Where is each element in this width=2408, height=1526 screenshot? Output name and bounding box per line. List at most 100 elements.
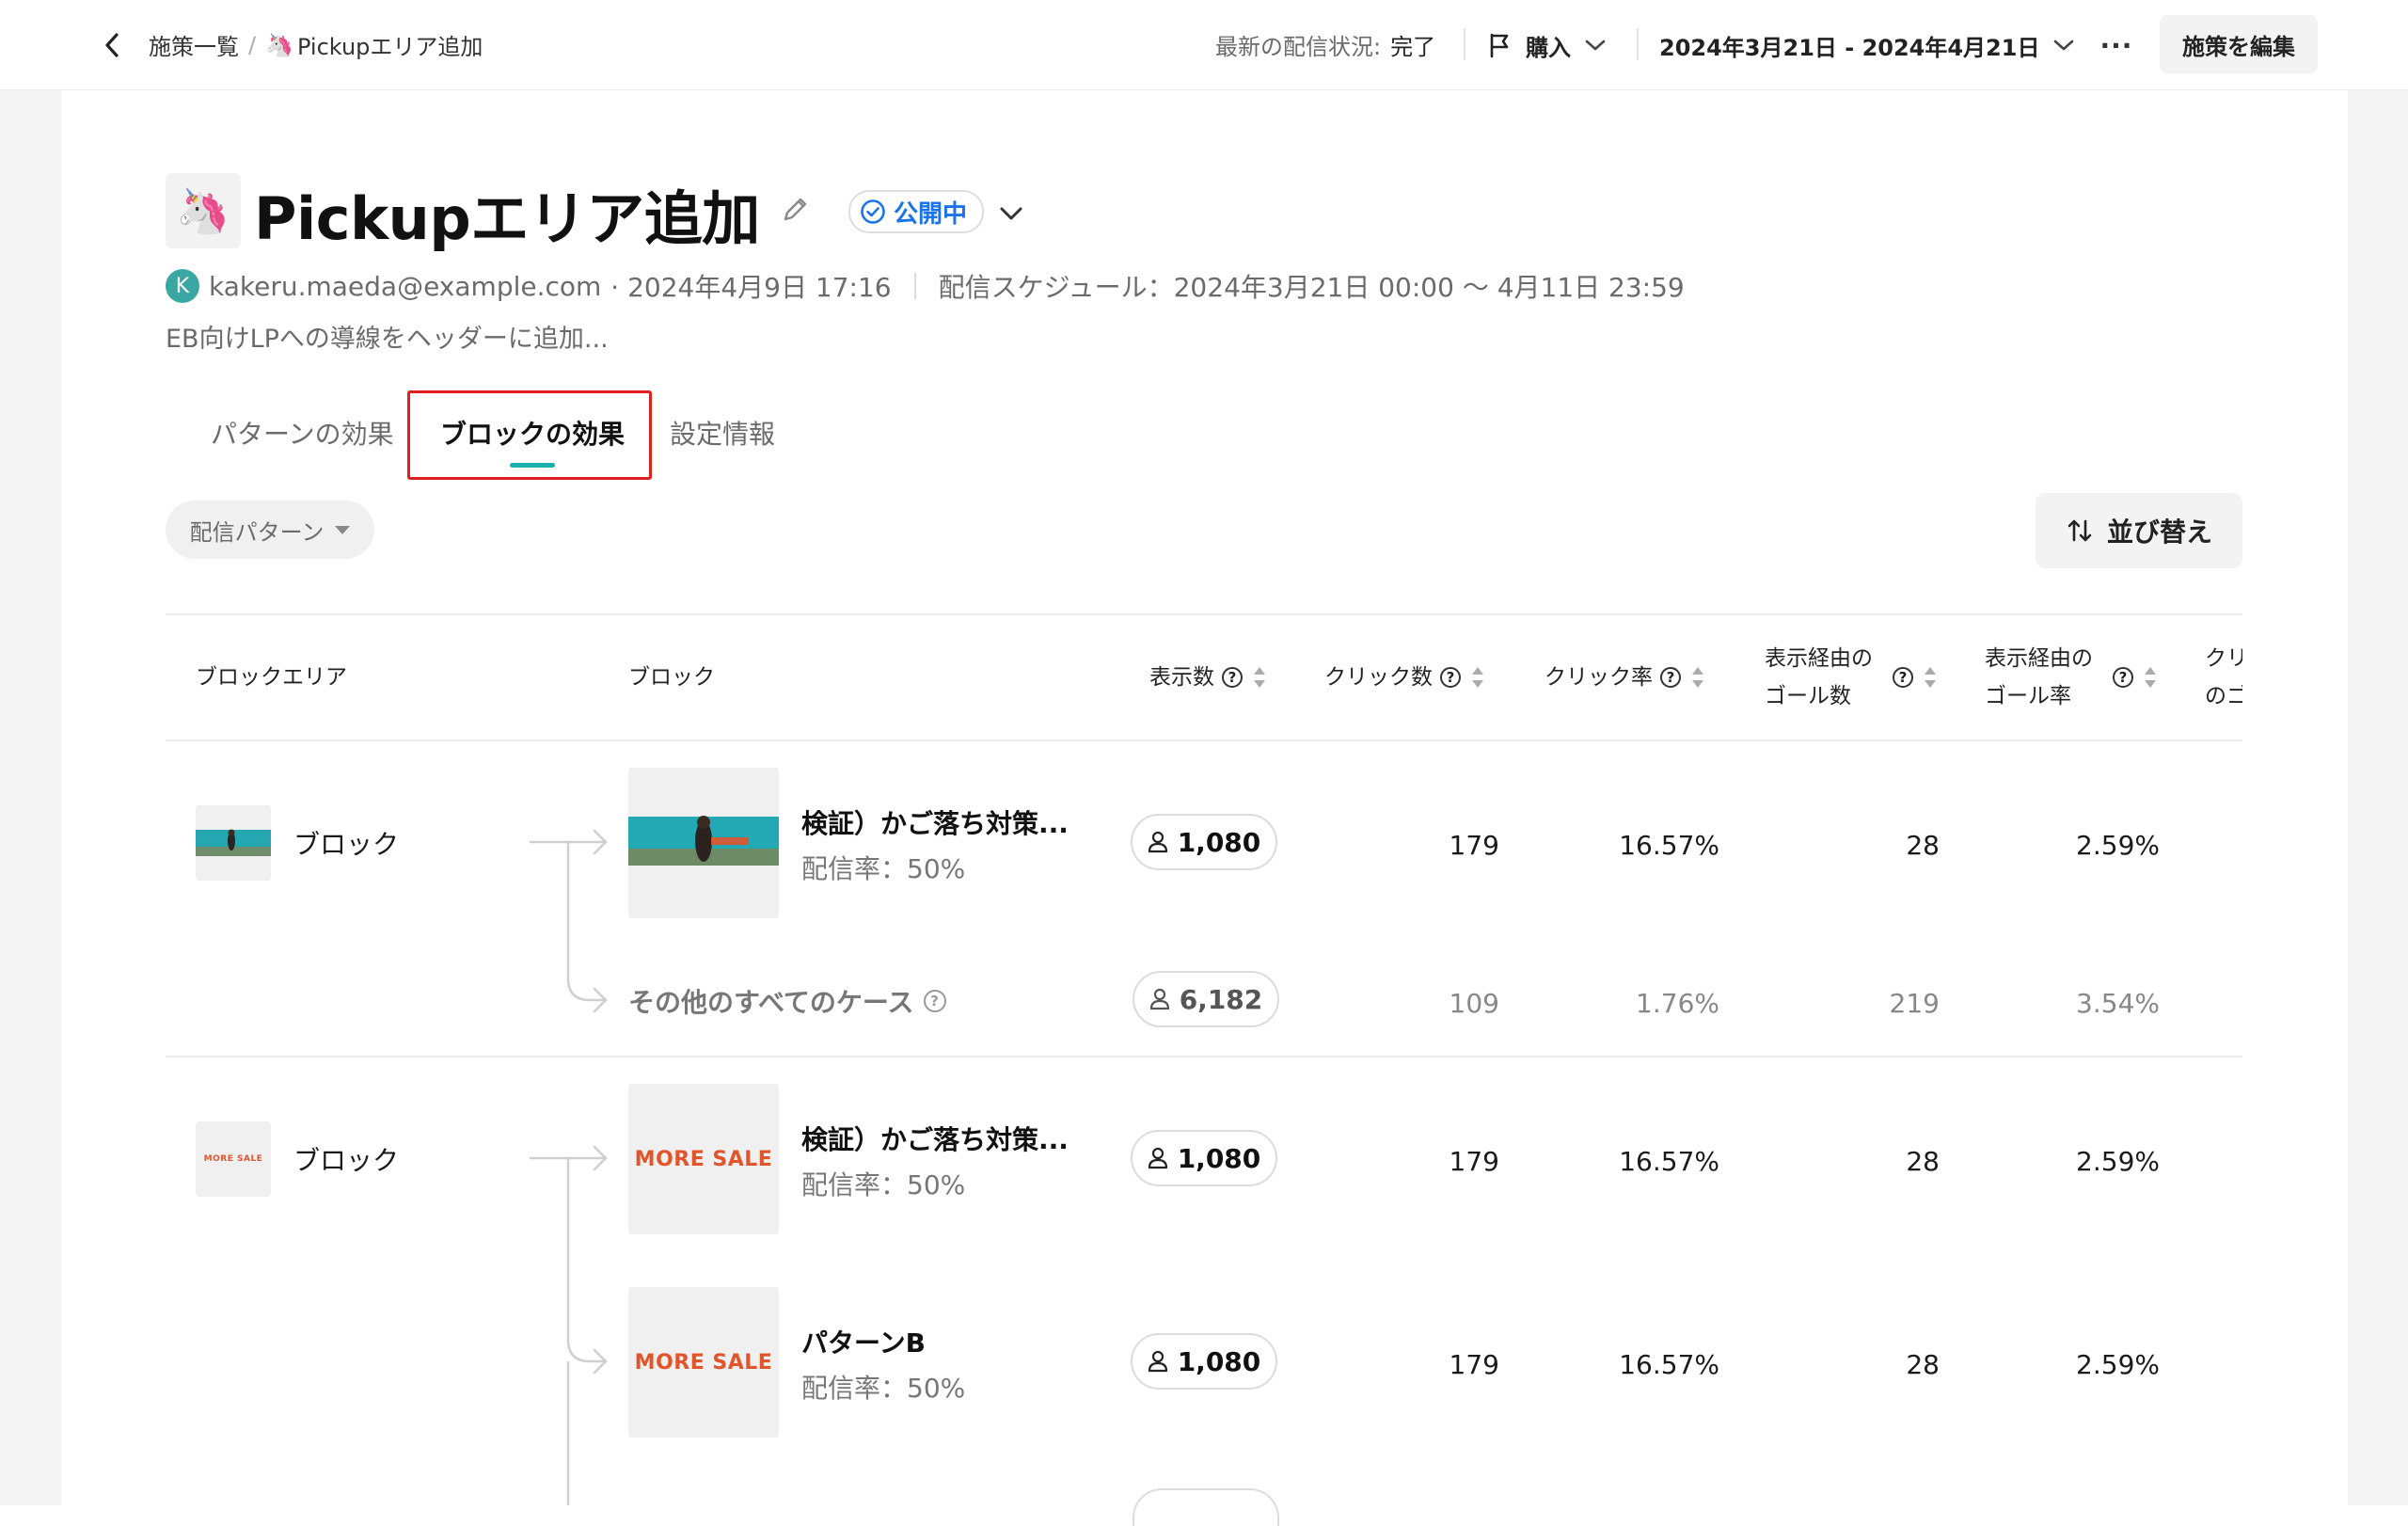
created-at: · 2024年4月9日 17:16 [610,272,892,303]
sort-button[interactable]: 並び替え [2036,493,2242,568]
tab-settings[interactable]: 設定情報 [670,414,775,452]
status-badge-label: 公開中 [894,199,968,229]
block-title: 検証）かご落ち対策... [801,1124,1069,1155]
sort-icon[interactable] [1470,663,1485,691]
chevron-down-icon [1585,40,1606,51]
help-icon[interactable]: ? [1893,667,1913,688]
user-count: 6,182 [1179,983,1263,1015]
help-icon[interactable]: ? [923,990,946,1012]
goal-count-value: 28 [1906,1349,1940,1380]
column-header-goal-count-line1: 表示経由の [1765,646,1873,671]
pattern-filter-label: 配信パターン [189,518,325,546]
divider [1464,28,1465,60]
pencil-icon[interactable] [779,192,813,226]
user-count-pill-partial[interactable] [1133,1488,1279,1526]
block-thumbnail [628,768,779,918]
more-options-button[interactable]: ··· [2094,23,2139,68]
page-backdrop-right [2348,0,2408,1505]
beach-banner-image [196,805,271,881]
column-header-impressions-label: 表示数 [1149,665,1214,690]
user-icon [1148,1147,1167,1169]
back-button[interactable] [90,23,135,68]
column-header-click-goal-truncated: クリ のゴ [2205,640,2242,715]
column-header-goal-rate[interactable]: 表示経由の ゴール率 [1985,640,2093,715]
date-range-select[interactable]: 2024年3月21日 - 2024年4月21日 [1659,23,2075,68]
flag-icon [1490,33,1509,58]
author-email: kakeru.maeda@example.com [209,270,602,302]
breadcrumb-separator: / [248,31,257,58]
sort-icon[interactable] [1923,663,1938,691]
block-area-thumbnail: MORE SALE [196,1121,271,1197]
goal-select[interactable]: 購入 [1488,23,1607,68]
beach-banner-image [628,768,779,918]
table-top-border [166,613,2242,615]
block-area-thumbnail [196,805,271,881]
column-header-goal-rate-line2: ゴール率 [1985,684,2071,708]
sort-icon[interactable] [1252,663,1267,691]
column-header-click-goal-line1: クリ [2205,646,2242,671]
column-header-click-goal-line2: のゴ [2205,684,2242,708]
user-count-pill[interactable]: 1,080 [1131,1130,1277,1186]
avatar: K [166,269,199,303]
pattern-filter[interactable]: 配信パターン [166,501,374,559]
table-header-border [166,739,2242,741]
divider [913,273,916,299]
caret-down-icon [335,525,351,534]
goal-rate-value: 2.59% [2076,1146,2160,1177]
page-title: Pickupエリア追加 [254,184,760,253]
help-icon[interactable]: ? [1440,667,1461,688]
campaign-description: EB向けLPへの導線をヘッダーに追加... [166,325,609,354]
column-header-ctr[interactable]: クリック率 ? [1545,659,1705,696]
block-thumbnail: MORE SALE [628,1287,779,1438]
edit-campaign-button[interactable]: 施策を編集 [2160,15,2318,73]
block-thumbnail: MORE SALE [628,1084,779,1234]
sort-button-label: 並び替え [2106,517,2212,548]
chevron-left-icon [105,33,119,57]
sort-arrows-icon [2067,519,2092,542]
status-badge[interactable]: 公開中 [848,190,985,233]
block-area-label: ブロック [293,1145,400,1176]
user-count-pill[interactable]: 1,080 [1131,814,1277,870]
ctr-value: 16.57% [1619,1146,1719,1177]
column-header-impressions[interactable]: 表示数 ? [1149,659,1267,696]
goal-rate-value: 3.54% [2076,988,2160,1019]
goal-count-value: 28 [1906,1146,1940,1177]
check-circle-icon [861,199,885,224]
column-header-goal-count[interactable]: 表示経由の ゴール数 [1765,640,1873,715]
user-count-pill[interactable]: 6,182 [1133,971,1279,1027]
campaign-meta: K kakeru.maeda@example.com · 2024年4月9日 1… [166,267,1685,305]
ctr-value: 1.76% [1636,988,1719,1019]
tab-pattern-effect[interactable]: パターンの効果 [211,414,394,452]
column-header-block: ブロック [628,665,715,690]
user-count: 1,080 [1177,1142,1261,1174]
ctr-value: 16.57% [1619,830,1719,861]
column-header-goal-count-line2: ゴール数 [1765,684,1851,708]
user-icon [1149,988,1169,1010]
chevron-down-icon [2054,40,2074,51]
date-range-label: 2024年3月21日 - 2024年4月21日 [1659,34,2040,61]
chevron-down-icon[interactable] [995,198,1027,230]
group-divider [166,1056,2242,1057]
other-cases-label: その他のすべてのケース ? [628,982,946,1020]
goal-count-value: 219 [1889,988,1940,1019]
block-title: 検証）かご落ち対策... [801,808,1069,839]
breadcrumb-current: Pickupエリア追加 [296,34,483,60]
goal-rate-value: 2.59% [2076,830,2160,861]
column-header-area: ブロックエリア [196,665,347,690]
page-backdrop-left [0,0,61,1505]
breadcrumb: 施策一覧 / 🦄 Pickupエリア追加 [149,28,483,61]
user-icon [1148,831,1167,853]
delivery-schedule: 配信スケジュール：2024年3月21日 00:00 〜 4月11日 23:59 [938,272,1685,303]
sort-icon[interactable] [2143,663,2158,691]
goal-rate-value: 2.59% [2076,1349,2160,1380]
tree-connectors [529,829,608,1505]
ctr-value: 16.57% [1619,1349,1719,1380]
help-icon[interactable]: ? [1660,667,1681,688]
help-icon[interactable]: ? [2113,667,2133,688]
column-header-clicks[interactable]: クリック数 ? [1324,659,1485,696]
help-icon[interactable]: ? [1222,667,1243,688]
other-cases-text: その他のすべてのケース [628,987,914,1018]
sort-icon[interactable] [1690,663,1705,691]
breadcrumb-root[interactable]: 施策一覧 [149,28,239,61]
user-count-pill[interactable]: 1,080 [1131,1333,1277,1390]
